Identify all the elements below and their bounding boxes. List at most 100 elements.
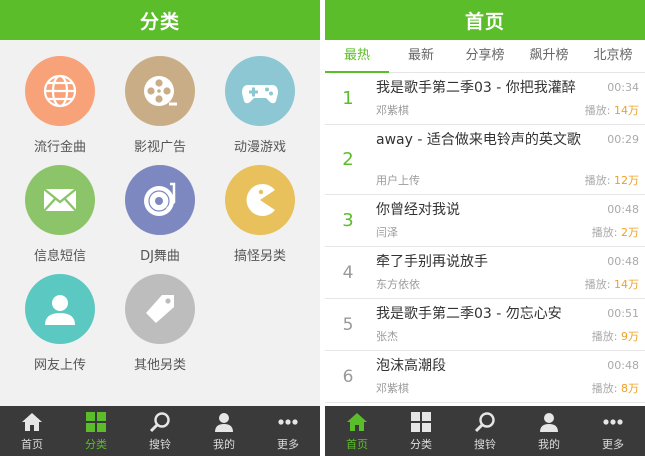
song-artist: 张杰 bbox=[376, 330, 398, 343]
song-artist: 邓紫棋 bbox=[376, 104, 409, 117]
more-icon bbox=[278, 418, 298, 425]
category-anime-games[interactable]: 动漫游戏 bbox=[210, 56, 310, 155]
tab-mine[interactable]: 我的 bbox=[192, 406, 256, 456]
song-duration: 00:34 bbox=[607, 81, 639, 94]
tab-label: 我的 bbox=[538, 437, 560, 451]
category-user-uploads[interactable]: 网友上传 bbox=[10, 274, 110, 373]
list-item[interactable]: 6 泡沫高潮段 邓紫棋 00:48 播放: 8万 bbox=[325, 351, 645, 403]
category-label: 影视广告 bbox=[133, 140, 186, 155]
play-count: 播放: 14万 bbox=[584, 278, 639, 291]
category-sms[interactable]: 信息短信 bbox=[10, 165, 110, 264]
tab-category[interactable]: 分类 bbox=[64, 406, 128, 456]
rank-number: 2 bbox=[342, 149, 354, 170]
person-icon bbox=[540, 412, 558, 432]
tab-hottest[interactable]: 最热 bbox=[325, 40, 389, 72]
category-label: 流行金曲 bbox=[33, 140, 86, 155]
category-grid: 流行金曲 影视广告 动漫游戏 信息短信 DJ舞曲 搞怪另类 网友上传 其他另类 bbox=[0, 40, 320, 406]
tab-more[interactable]: 更多 bbox=[256, 406, 320, 456]
user-icon bbox=[25, 274, 95, 344]
tab-label: 首页 bbox=[21, 437, 43, 451]
category-funny[interactable]: 搞怪另类 bbox=[210, 165, 310, 264]
category-label: 动漫游戏 bbox=[233, 140, 286, 155]
category-label: 搞怪另类 bbox=[233, 249, 286, 264]
song-title: 我是歌手第二季03 - 勿忘心安 bbox=[376, 306, 562, 322]
play-count: 播放: 8万 bbox=[591, 382, 639, 395]
tab-beijing-chart[interactable]: 北京榜 bbox=[581, 40, 645, 72]
tab-more[interactable]: 更多 bbox=[581, 406, 645, 456]
tab-home[interactable]: 首页 bbox=[0, 406, 64, 456]
pacman-icon bbox=[225, 165, 295, 235]
ranking-tabs: 最热 最新 分享榜 飙升榜 北京榜 bbox=[325, 40, 645, 73]
more-icon bbox=[603, 418, 623, 425]
category-pop-songs[interactable]: 流行金曲 bbox=[10, 56, 110, 155]
tab-rising-chart[interactable]: 飙升榜 bbox=[517, 40, 581, 72]
song-title: 牵了手别再说放手 bbox=[376, 254, 488, 270]
category-screen: 分类 流行金曲 影视广告 动漫游戏 信息短信 DJ舞曲 搞怪另类 网友上传 其他… bbox=[0, 0, 320, 456]
category-label: 网友上传 bbox=[33, 358, 86, 373]
tab-label: 更多 bbox=[602, 437, 624, 451]
tab-label: 搜铃 bbox=[474, 437, 496, 451]
category-label: 信息短信 bbox=[33, 249, 86, 264]
rank-number: 5 bbox=[342, 314, 354, 335]
tab-label: 分类 bbox=[410, 437, 432, 451]
song-artist: 东方依依 bbox=[376, 278, 420, 291]
tab-label: 我的 bbox=[213, 437, 235, 451]
rank-number: 1 bbox=[342, 88, 354, 109]
bottom-tab-bar: 首页 分类 搜铃 我的 更多 bbox=[325, 406, 645, 456]
page-title: 分类 bbox=[139, 10, 180, 33]
tag-icon bbox=[125, 274, 195, 344]
envelope-icon bbox=[25, 165, 95, 235]
list-item[interactable]: 4 牵了手别再说放手 东方依依 00:48 播放: 14万 bbox=[325, 247, 645, 299]
search-icon bbox=[149, 411, 170, 432]
category-label: DJ舞曲 bbox=[140, 249, 180, 264]
tab-label: 首页 bbox=[346, 437, 368, 451]
bottom-tab-bar: 首页 分类 搜铃 我的 更多 bbox=[0, 406, 320, 456]
rank-number: 4 bbox=[342, 262, 354, 283]
grid-icon bbox=[86, 411, 106, 432]
tab-search[interactable]: 搜铃 bbox=[453, 406, 517, 456]
song-duration: 00:29 bbox=[607, 133, 639, 146]
list-item[interactable]: 2 away - 适合做来电铃声的英文歌 用户上传 00:29 播放: 12万 bbox=[325, 125, 645, 195]
song-artist: 闫泽 bbox=[376, 226, 398, 239]
song-title: 你曾经对我说 bbox=[376, 202, 460, 218]
play-count: 播放: 12万 bbox=[584, 174, 639, 187]
song-list: 1 我是歌手第二季03 - 你把我灌醉 邓紫棋 00:34 播放: 14万 2 … bbox=[325, 73, 645, 406]
tab-share-chart[interactable]: 分享榜 bbox=[453, 40, 517, 72]
song-duration: 00:48 bbox=[607, 255, 639, 268]
song-title: away - 适合做来电铃声的英文歌 bbox=[376, 132, 581, 148]
play-count: 播放: 14万 bbox=[584, 104, 639, 117]
home-screen: 首页 最热 最新 分享榜 飙升榜 北京榜 1 我是歌手第二季03 - 你把我灌醉… bbox=[325, 0, 645, 456]
category-dj[interactable]: DJ舞曲 bbox=[110, 165, 210, 264]
tab-home[interactable]: 首页 bbox=[325, 406, 389, 456]
home-icon bbox=[347, 412, 367, 431]
film-reel-icon bbox=[125, 56, 195, 126]
song-artist: 邓紫棋 bbox=[376, 382, 409, 395]
song-duration: 00:51 bbox=[607, 307, 639, 320]
tab-mine[interactable]: 我的 bbox=[517, 406, 581, 456]
category-title-bar: 分类 bbox=[0, 0, 320, 40]
globe-icon bbox=[25, 56, 95, 126]
home-title-bar: 首页 bbox=[325, 0, 645, 40]
list-item[interactable]: 5 我是歌手第二季03 - 勿忘心安 张杰 00:51 播放: 9万 bbox=[325, 299, 645, 351]
grid-icon bbox=[411, 411, 431, 432]
category-label: 其他另类 bbox=[133, 358, 186, 373]
tab-label: 更多 bbox=[277, 437, 299, 451]
category-film-ads[interactable]: 影视广告 bbox=[110, 56, 210, 155]
search-icon bbox=[474, 411, 495, 432]
play-count: 播放: 9万 bbox=[591, 330, 639, 343]
play-count: 播放: 2万 bbox=[591, 226, 639, 239]
song-duration: 00:48 bbox=[607, 203, 639, 216]
tab-newest[interactable]: 最新 bbox=[389, 40, 453, 72]
tab-label: 搜铃 bbox=[149, 437, 171, 451]
list-item[interactable]: 3 你曾经对我说 闫泽 00:48 播放: 2万 bbox=[325, 195, 645, 247]
rank-number: 6 bbox=[342, 366, 354, 387]
list-item[interactable]: 1 我是歌手第二季03 - 你把我灌醉 邓紫棋 00:34 播放: 14万 bbox=[325, 73, 645, 125]
tab-label: 分类 bbox=[85, 437, 107, 451]
tab-category[interactable]: 分类 bbox=[389, 406, 453, 456]
page-title: 首页 bbox=[464, 10, 505, 33]
song-duration: 00:48 bbox=[607, 359, 639, 372]
tab-search[interactable]: 搜铃 bbox=[128, 406, 192, 456]
turntable-icon bbox=[125, 165, 195, 235]
song-artist: 用户上传 bbox=[376, 174, 420, 187]
category-other[interactable]: 其他另类 bbox=[110, 274, 210, 373]
